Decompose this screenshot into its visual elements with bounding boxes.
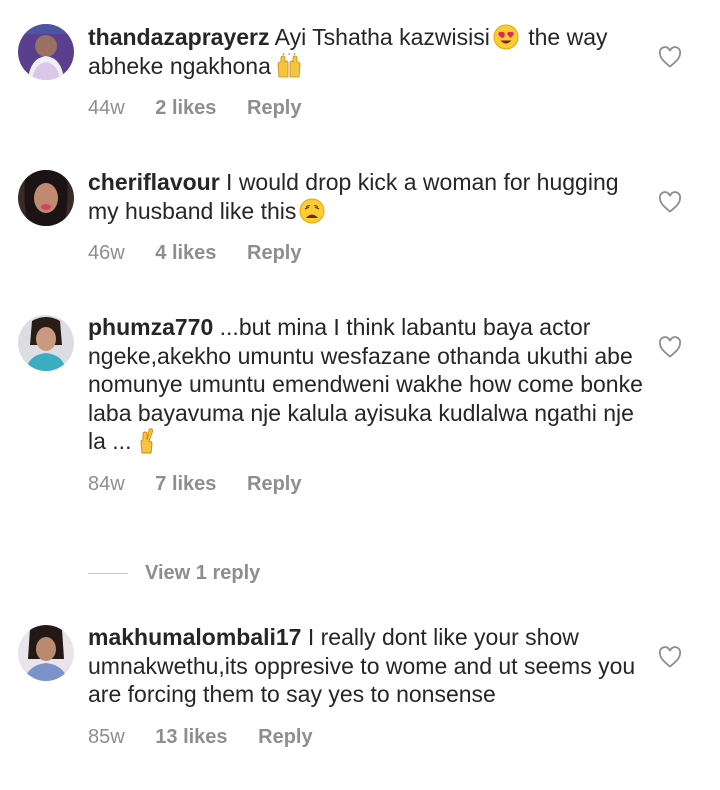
comments-page: thandazaprayerz Ayi Tshatha kazwisisi th…: [0, 0, 720, 790]
heart-outline-icon[interactable]: [658, 191, 682, 213]
timestamp[interactable]: 44w: [88, 97, 125, 120]
heart-eyes-emoji: [493, 24, 519, 50]
comment-meta: 46w 4 likes Reply: [88, 242, 648, 265]
comment-meta: 44w 2 likes Reply: [88, 97, 648, 120]
weary-face-emoji: [299, 198, 325, 224]
crossed-fingers-emoji: [134, 428, 160, 454]
reply-button[interactable]: Reply: [247, 242, 301, 265]
raised-hands-emoji: [274, 52, 304, 79]
timestamp[interactable]: 84w: [88, 473, 125, 496]
reply-button[interactable]: Reply: [247, 97, 301, 120]
comment-meta: 84w 7 likes Reply: [88, 473, 648, 496]
avatar[interactable]: [18, 170, 74, 226]
reply-button[interactable]: Reply: [247, 473, 301, 496]
username[interactable]: cheriflavour: [88, 169, 220, 195]
reply-divider-line: [88, 572, 128, 574]
username[interactable]: thandazaprayerz: [88, 24, 270, 50]
timestamp[interactable]: 85w: [88, 726, 125, 749]
comment-text: Ayi Tshatha kazwisisi: [274, 24, 490, 50]
heart-outline-icon[interactable]: [658, 46, 682, 68]
avatar[interactable]: [18, 315, 74, 371]
view-replies[interactable]: View 1 reply: [88, 558, 260, 588]
reply-button[interactable]: Reply: [258, 726, 312, 749]
likes-count[interactable]: 7 likes: [155, 473, 216, 496]
username[interactable]: makhumalombali17: [88, 624, 301, 650]
heart-outline-icon[interactable]: [658, 646, 682, 668]
timestamp[interactable]: 46w: [88, 242, 125, 265]
comment-meta: 85w 13 likes Reply: [88, 726, 648, 749]
likes-count[interactable]: 2 likes: [155, 97, 216, 120]
likes-count[interactable]: 4 likes: [155, 242, 216, 265]
avatar[interactable]: [18, 24, 74, 80]
likes-count[interactable]: 13 likes: [155, 726, 227, 749]
heart-outline-icon[interactable]: [658, 336, 682, 358]
username[interactable]: phumza770: [88, 314, 213, 340]
avatar[interactable]: [18, 625, 74, 681]
view-replies-button[interactable]: View 1 reply: [145, 562, 260, 585]
